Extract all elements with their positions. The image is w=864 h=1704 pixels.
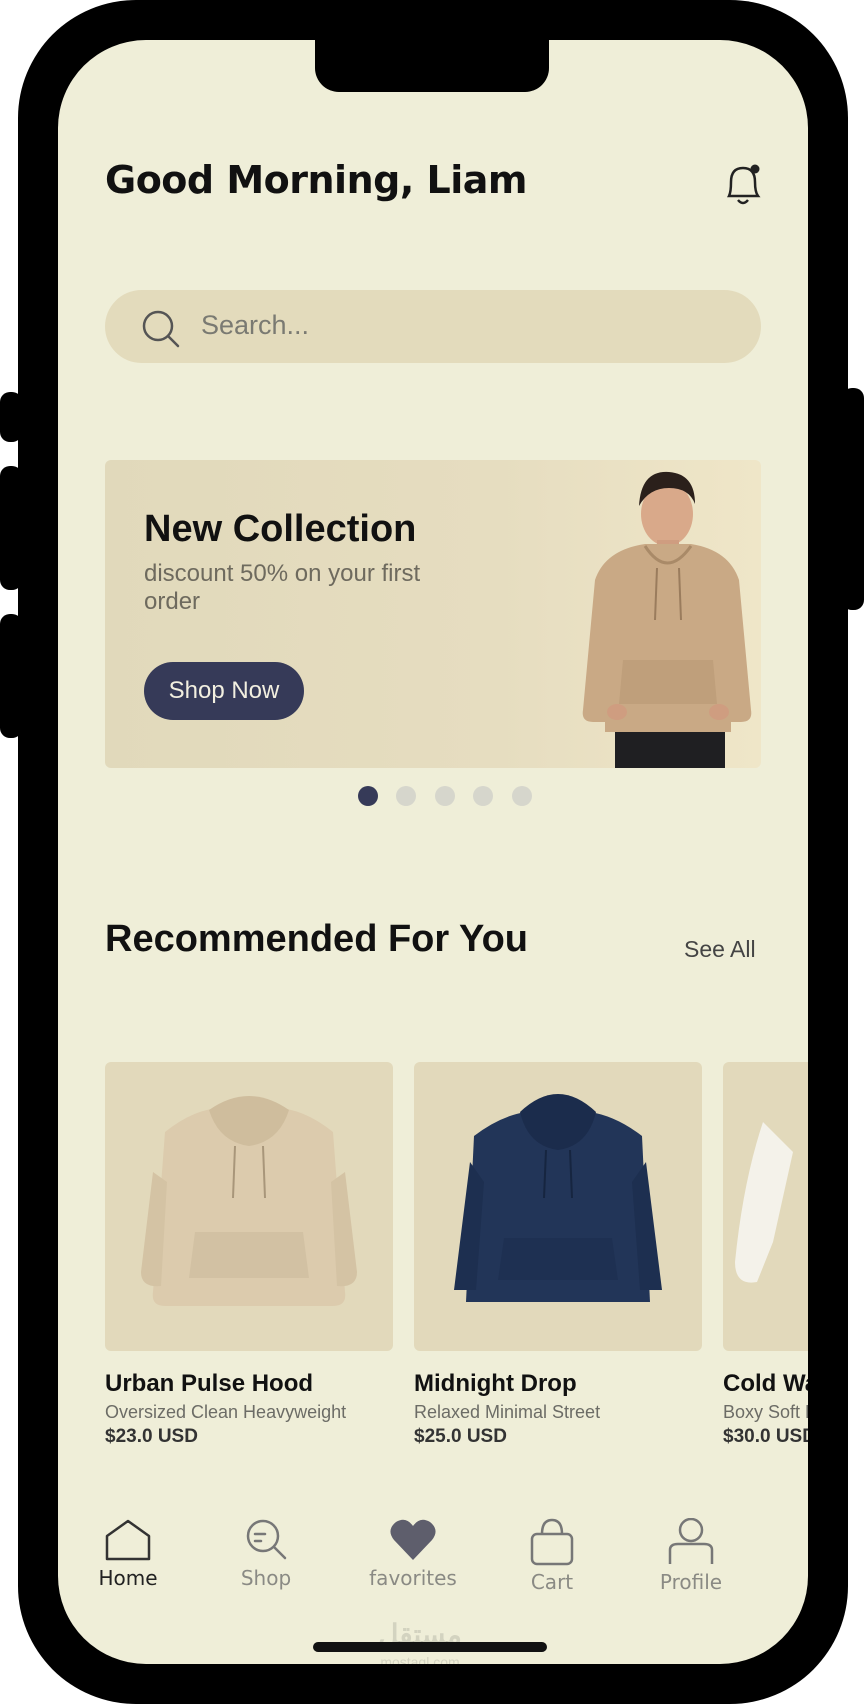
banner-title: New Collection bbox=[144, 508, 417, 550]
nav-label: Cart bbox=[530, 1570, 574, 1594]
recommended-title: Recommended For You bbox=[105, 918, 528, 960]
nav-label: Home bbox=[98, 1566, 158, 1590]
app-screen: Good Morning, Liam Search... New Collect… bbox=[58, 40, 808, 1664]
home-icon bbox=[105, 1519, 151, 1561]
greeting-title: Good Morning, Liam bbox=[105, 158, 527, 202]
product-card[interactable]: Urban Pulse Hood Oversized Clean Heavywe… bbox=[105, 1062, 393, 1447]
product-description: Relaxed Minimal Street bbox=[414, 1402, 601, 1422]
product-name: Cold Wave bbox=[723, 1370, 808, 1397]
product-card[interactable]: Cold Wave Boxy Soft Fleece $30.0 USD bbox=[723, 1062, 808, 1447]
search-icon bbox=[142, 310, 180, 348]
carousel-dot[interactable] bbox=[396, 786, 416, 806]
carousel-dot-active[interactable] bbox=[358, 786, 378, 806]
shop-icon bbox=[246, 1519, 287, 1560]
notification-bell-icon[interactable] bbox=[721, 158, 765, 210]
phone-frame: Good Morning, Liam Search... New Collect… bbox=[18, 0, 848, 1704]
product-image bbox=[414, 1062, 702, 1351]
cart-bag-icon bbox=[530, 1518, 574, 1566]
notch bbox=[315, 40, 549, 92]
product-price: $25.0 USD bbox=[414, 1426, 507, 1447]
nav-label: favorites bbox=[369, 1566, 457, 1590]
product-image bbox=[723, 1062, 808, 1351]
product-image bbox=[105, 1062, 393, 1351]
carousel-dot[interactable] bbox=[473, 786, 493, 806]
product-card[interactable]: Midnight Drop Relaxed Minimal Street $25… bbox=[414, 1062, 702, 1447]
banner-subtitle: discount 50% on your first order bbox=[144, 560, 421, 615]
model-hoodie-image bbox=[582, 471, 752, 768]
product-price: $30.0 USD bbox=[723, 1426, 808, 1447]
nav-item-profile[interactable]: Profile bbox=[646, 1518, 736, 1594]
shop-now-button[interactable]: Shop Now bbox=[144, 662, 304, 720]
nav-item-shop[interactable]: Shop bbox=[226, 1518, 306, 1590]
nav-item-cart[interactable]: Cart bbox=[512, 1518, 592, 1594]
product-name: Urban Pulse Hood bbox=[105, 1370, 314, 1397]
see-all-link[interactable]: See All bbox=[684, 936, 756, 963]
nav-label: Profile bbox=[659, 1570, 723, 1594]
product-name: Midnight Drop bbox=[414, 1370, 577, 1397]
product-price: $23.0 USD bbox=[105, 1426, 198, 1447]
nav-item-favorites[interactable]: favorites bbox=[358, 1518, 468, 1590]
product-description: Boxy Soft Fleece bbox=[723, 1402, 808, 1422]
home-indicator bbox=[313, 1642, 547, 1652]
search-placeholder: Search... bbox=[201, 310, 310, 340]
carousel-dot[interactable] bbox=[435, 786, 455, 806]
carousel-dot[interactable] bbox=[512, 786, 532, 806]
nav-item-home[interactable]: Home bbox=[88, 1518, 168, 1590]
heart-icon bbox=[390, 1519, 436, 1560]
product-description: Oversized Clean Heavyweight bbox=[105, 1402, 347, 1422]
nav-label: Shop bbox=[240, 1566, 292, 1590]
promo-banner[interactable]: New Collection discount 50% on your firs… bbox=[105, 460, 761, 768]
profile-icon bbox=[668, 1518, 714, 1564]
watermark-url: mostaql.com bbox=[380, 1654, 460, 1664]
search-bar[interactable]: Search... bbox=[105, 290, 761, 363]
